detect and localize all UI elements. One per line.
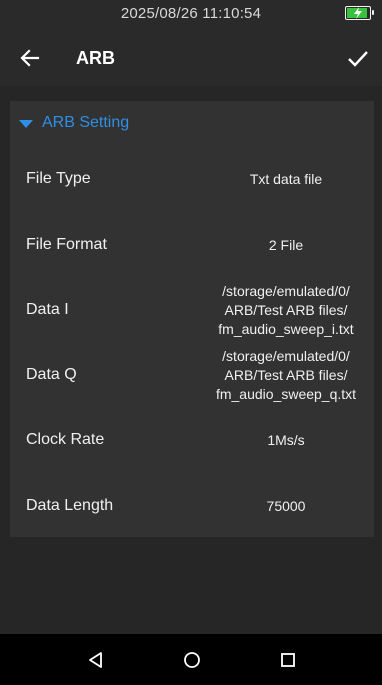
row-clock-rate[interactable]: Clock Rate 1Ms/s (10, 407, 374, 473)
nav-back-button[interactable] (80, 644, 112, 676)
row-label: Data Q (26, 366, 77, 383)
expand-triangle-icon (19, 120, 33, 128)
status-bar: 2025/08/26 11:10:54 (0, 0, 382, 30)
arb-setting-card: ARB Setting File Type Txt data file File… (10, 101, 374, 537)
circle-home-icon (184, 652, 200, 668)
nav-recents-button[interactable] (272, 644, 304, 676)
status-time: 2025/08/26 11:10:54 (120, 5, 262, 22)
row-value: Txt data file (249, 170, 323, 187)
arrow-left-icon (20, 49, 40, 67)
row-label: File Type (26, 170, 91, 187)
check-icon (348, 51, 368, 67)
section-title: ARB Setting (42, 114, 130, 131)
navigation-bar (0, 634, 382, 685)
row-label: File Format (26, 236, 107, 253)
row-label: Data I (26, 301, 69, 318)
page-title: ARB (76, 48, 115, 68)
row-value: 1Ms/s (267, 431, 305, 448)
confirm-button[interactable] (340, 40, 376, 76)
row-data-i[interactable]: Data I /storage/emulated/0/ ARB/Test ARB… (10, 277, 374, 343)
row-value: /storage/emulated/0/ ARB/Test ARB files/… (218, 282, 354, 337)
row-value: 75000 (266, 497, 306, 514)
row-label: Data Length (26, 497, 114, 514)
battery-icon (345, 6, 374, 20)
row-data-length[interactable]: Data Length 75000 (10, 473, 374, 539)
section-header-arb-setting[interactable]: ARB Setting (10, 101, 374, 145)
row-file-type[interactable]: File Type Txt data file (10, 146, 374, 212)
nav-home-button[interactable] (176, 644, 208, 676)
row-value: /storage/emulated/0/ ARB/Test ARB files/… (215, 347, 357, 402)
row-value: 2 File (268, 236, 304, 253)
charging-bolt-icon (354, 7, 362, 19)
triangle-back-icon (89, 652, 102, 668)
row-data-q[interactable]: Data Q /storage/emulated/0/ ARB/Test ARB… (10, 342, 374, 408)
square-recents-icon (281, 653, 295, 667)
row-label: Clock Rate (26, 431, 105, 448)
row-file-format[interactable]: File Format 2 File (10, 212, 374, 278)
back-button[interactable] (12, 40, 48, 76)
app-bar: ARB (0, 30, 382, 86)
